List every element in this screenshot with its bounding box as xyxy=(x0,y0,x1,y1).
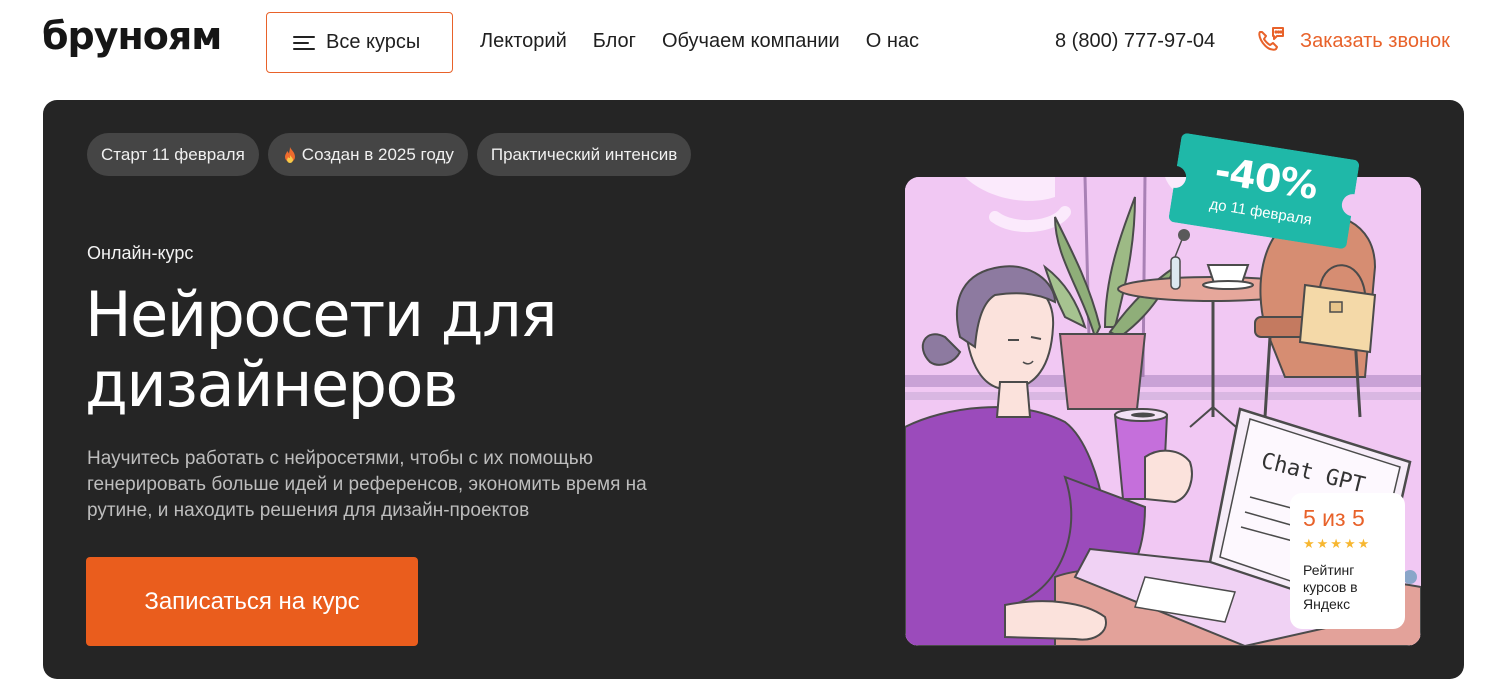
rating-caption: Рейтинг курсов в Яндекс xyxy=(1303,562,1358,612)
fire-icon xyxy=(284,146,295,163)
enroll-button[interactable]: Записаться на курс xyxy=(86,557,418,646)
hero-banner: Старт 11 февраля Создан в 2025 году Прак… xyxy=(43,100,1464,679)
main-nav: Лекторий Блог Обучаем компании О нас xyxy=(480,30,919,53)
rating-score: 5 из 5 xyxy=(1303,505,1365,531)
tag-created-label: Создан в 2025 году xyxy=(301,144,454,164)
nav-item-corporate[interactable]: Обучаем компании xyxy=(662,30,840,53)
tag-list: Старт 11 февраля Создан в 2025 году Прак… xyxy=(87,133,692,176)
course-type: Онлайн-курс xyxy=(87,243,194,263)
tag-created: Создан в 2025 году xyxy=(267,133,468,176)
phone-chat-icon xyxy=(1258,27,1284,51)
all-courses-label: Все курсы xyxy=(326,31,421,53)
logo[interactable]: бруноям xyxy=(42,14,222,58)
phone-link[interactable]: 8 (800) 777-97-04 xyxy=(1055,30,1215,53)
tag-start-date: Старт 11 февраля xyxy=(87,133,259,176)
page-title: Нейросети для дизайнеров xyxy=(85,278,558,421)
nav-item-about[interactable]: О нас xyxy=(866,30,919,53)
menu-icon xyxy=(293,35,315,51)
star-rating-icon: ★★★★★ xyxy=(1303,536,1372,551)
callback-label: Заказать звонок xyxy=(1300,29,1450,52)
nav-item-blog[interactable]: Блог xyxy=(593,30,636,53)
course-description: Научитесь работать с нейросетями, чтобы … xyxy=(87,448,647,521)
tag-format: Практический интенсив xyxy=(476,133,692,176)
tag-format-label: Практический интенсив xyxy=(490,144,678,164)
all-courses-button[interactable]: Все курсы xyxy=(266,12,453,73)
tag-start-date-label: Старт 11 февраля xyxy=(101,144,245,164)
nav-item-lectorium[interactable]: Лекторий xyxy=(480,30,567,53)
callback-button[interactable]: Заказать звонок xyxy=(1254,24,1450,58)
rating-card: 5 из 5 ★★★★★ Рейтинг курсов в Яндекс xyxy=(1290,493,1405,629)
